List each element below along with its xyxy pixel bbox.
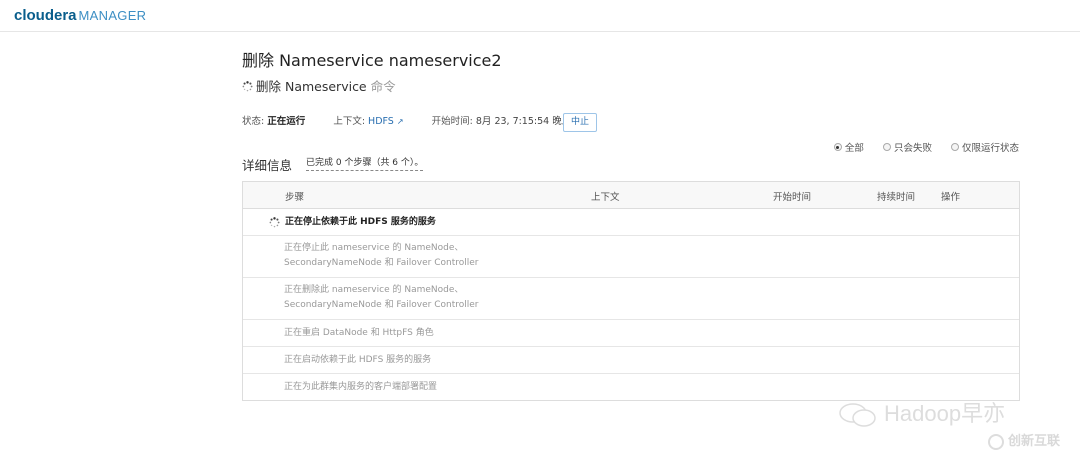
filter-failed-radio[interactable]: 只会失败 — [882, 140, 932, 154]
page-title: 删除 Nameservice nameservice2 — [242, 51, 502, 70]
radio-selected-icon — [833, 143, 842, 151]
wechat-icon — [839, 403, 876, 427]
details-heading: 详细信息 — [242, 158, 293, 173]
spinner-icon — [242, 81, 253, 92]
step-label: 正在重启 DataNode 和 HttpFS 角色 — [284, 328, 434, 338]
table-row: 正在启动依赖于此 HDFS 服务的服务 — [243, 347, 1019, 374]
watermark-wechat: Hadoop早亦 — [838, 396, 1005, 428]
step-label: 正在停止此 nameservice 的 NameNode、SecondaryNa… — [284, 243, 479, 268]
brand-logo-icon — [988, 433, 1004, 450]
steps-table: 步骤 上下文 开始时间 持续时间 操作 正在停止依赖于此 HDFS 服务的服务 … — [242, 181, 1020, 401]
radio-icon — [950, 143, 959, 151]
brand-sub: MANAGER — [78, 8, 147, 23]
external-link-icon: ↗ — [396, 117, 404, 126]
step-filter-radios: 全部 只会失败 仅限运行状态 — [818, 140, 1019, 154]
command-status-line: 状态: 正在运行 上下文: HDFS ↗ 开始时间: 8月 23, 7:15:5… — [242, 116, 571, 128]
top-navbar: cloudera MANAGER — [0, 0, 1080, 32]
col-start-time: 开始时间 — [773, 192, 812, 203]
spinner-icon — [269, 217, 280, 228]
radio-icon — [882, 143, 891, 151]
col-actions: 操作 — [941, 192, 961, 203]
command-suffix: 命令 — [370, 79, 396, 94]
col-duration: 持续时间 — [877, 192, 916, 203]
filter-running-radio[interactable]: 仅限运行状态 — [950, 140, 1019, 154]
context-hdfs-link[interactable]: HDFS ↗ — [368, 116, 404, 127]
table-row: 正在重启 DataNode 和 HttpFS 角色 — [243, 320, 1019, 347]
context-label: 上下文: — [333, 116, 366, 127]
status-value: 正在运行 — [267, 116, 306, 127]
step-group-label: 正在停止依赖于此 HDFS 服务的服务 — [285, 217, 436, 227]
col-step: 步骤 — [285, 192, 305, 203]
step-label: 正在删除此 nameservice 的 NameNode、SecondaryNa… — [284, 285, 479, 310]
start-time-label: 开始时间: — [431, 116, 473, 127]
step-group-row[interactable]: 正在停止依赖于此 HDFS 服务的服务 — [243, 209, 1019, 236]
abort-button[interactable]: 中止 — [563, 113, 597, 132]
start-time-value: 8月 23, 7:15:54 晚上 — [475, 116, 572, 127]
command-name: 删除 Nameservice — [256, 79, 367, 94]
step-label: 正在为此群集内服务的客户端部署配置 — [284, 382, 438, 392]
brand-main: cloudera — [14, 7, 77, 24]
table-row: 正在删除此 nameservice 的 NameNode、SecondaryNa… — [243, 278, 1019, 320]
command-subtitle: 删除 Nameservice 命令 — [242, 79, 396, 95]
steps-progress[interactable]: 已完成 0 个步骤（共 6 个）。 — [306, 155, 424, 171]
status-label: 状态: — [242, 116, 265, 127]
watermark-brand: 创新互联 — [988, 430, 1060, 450]
step-label: 正在启动依赖于此 HDFS 服务的服务 — [284, 355, 432, 365]
col-context: 上下文 — [591, 192, 620, 203]
table-row: 正在停止此 nameservice 的 NameNode、SecondaryNa… — [243, 236, 1019, 278]
filter-all-radio[interactable]: 全部 — [833, 140, 864, 154]
cloudera-manager-logo[interactable]: cloudera MANAGER — [14, 7, 146, 25]
table-header: 步骤 上下文 开始时间 持续时间 操作 — [243, 182, 1019, 209]
